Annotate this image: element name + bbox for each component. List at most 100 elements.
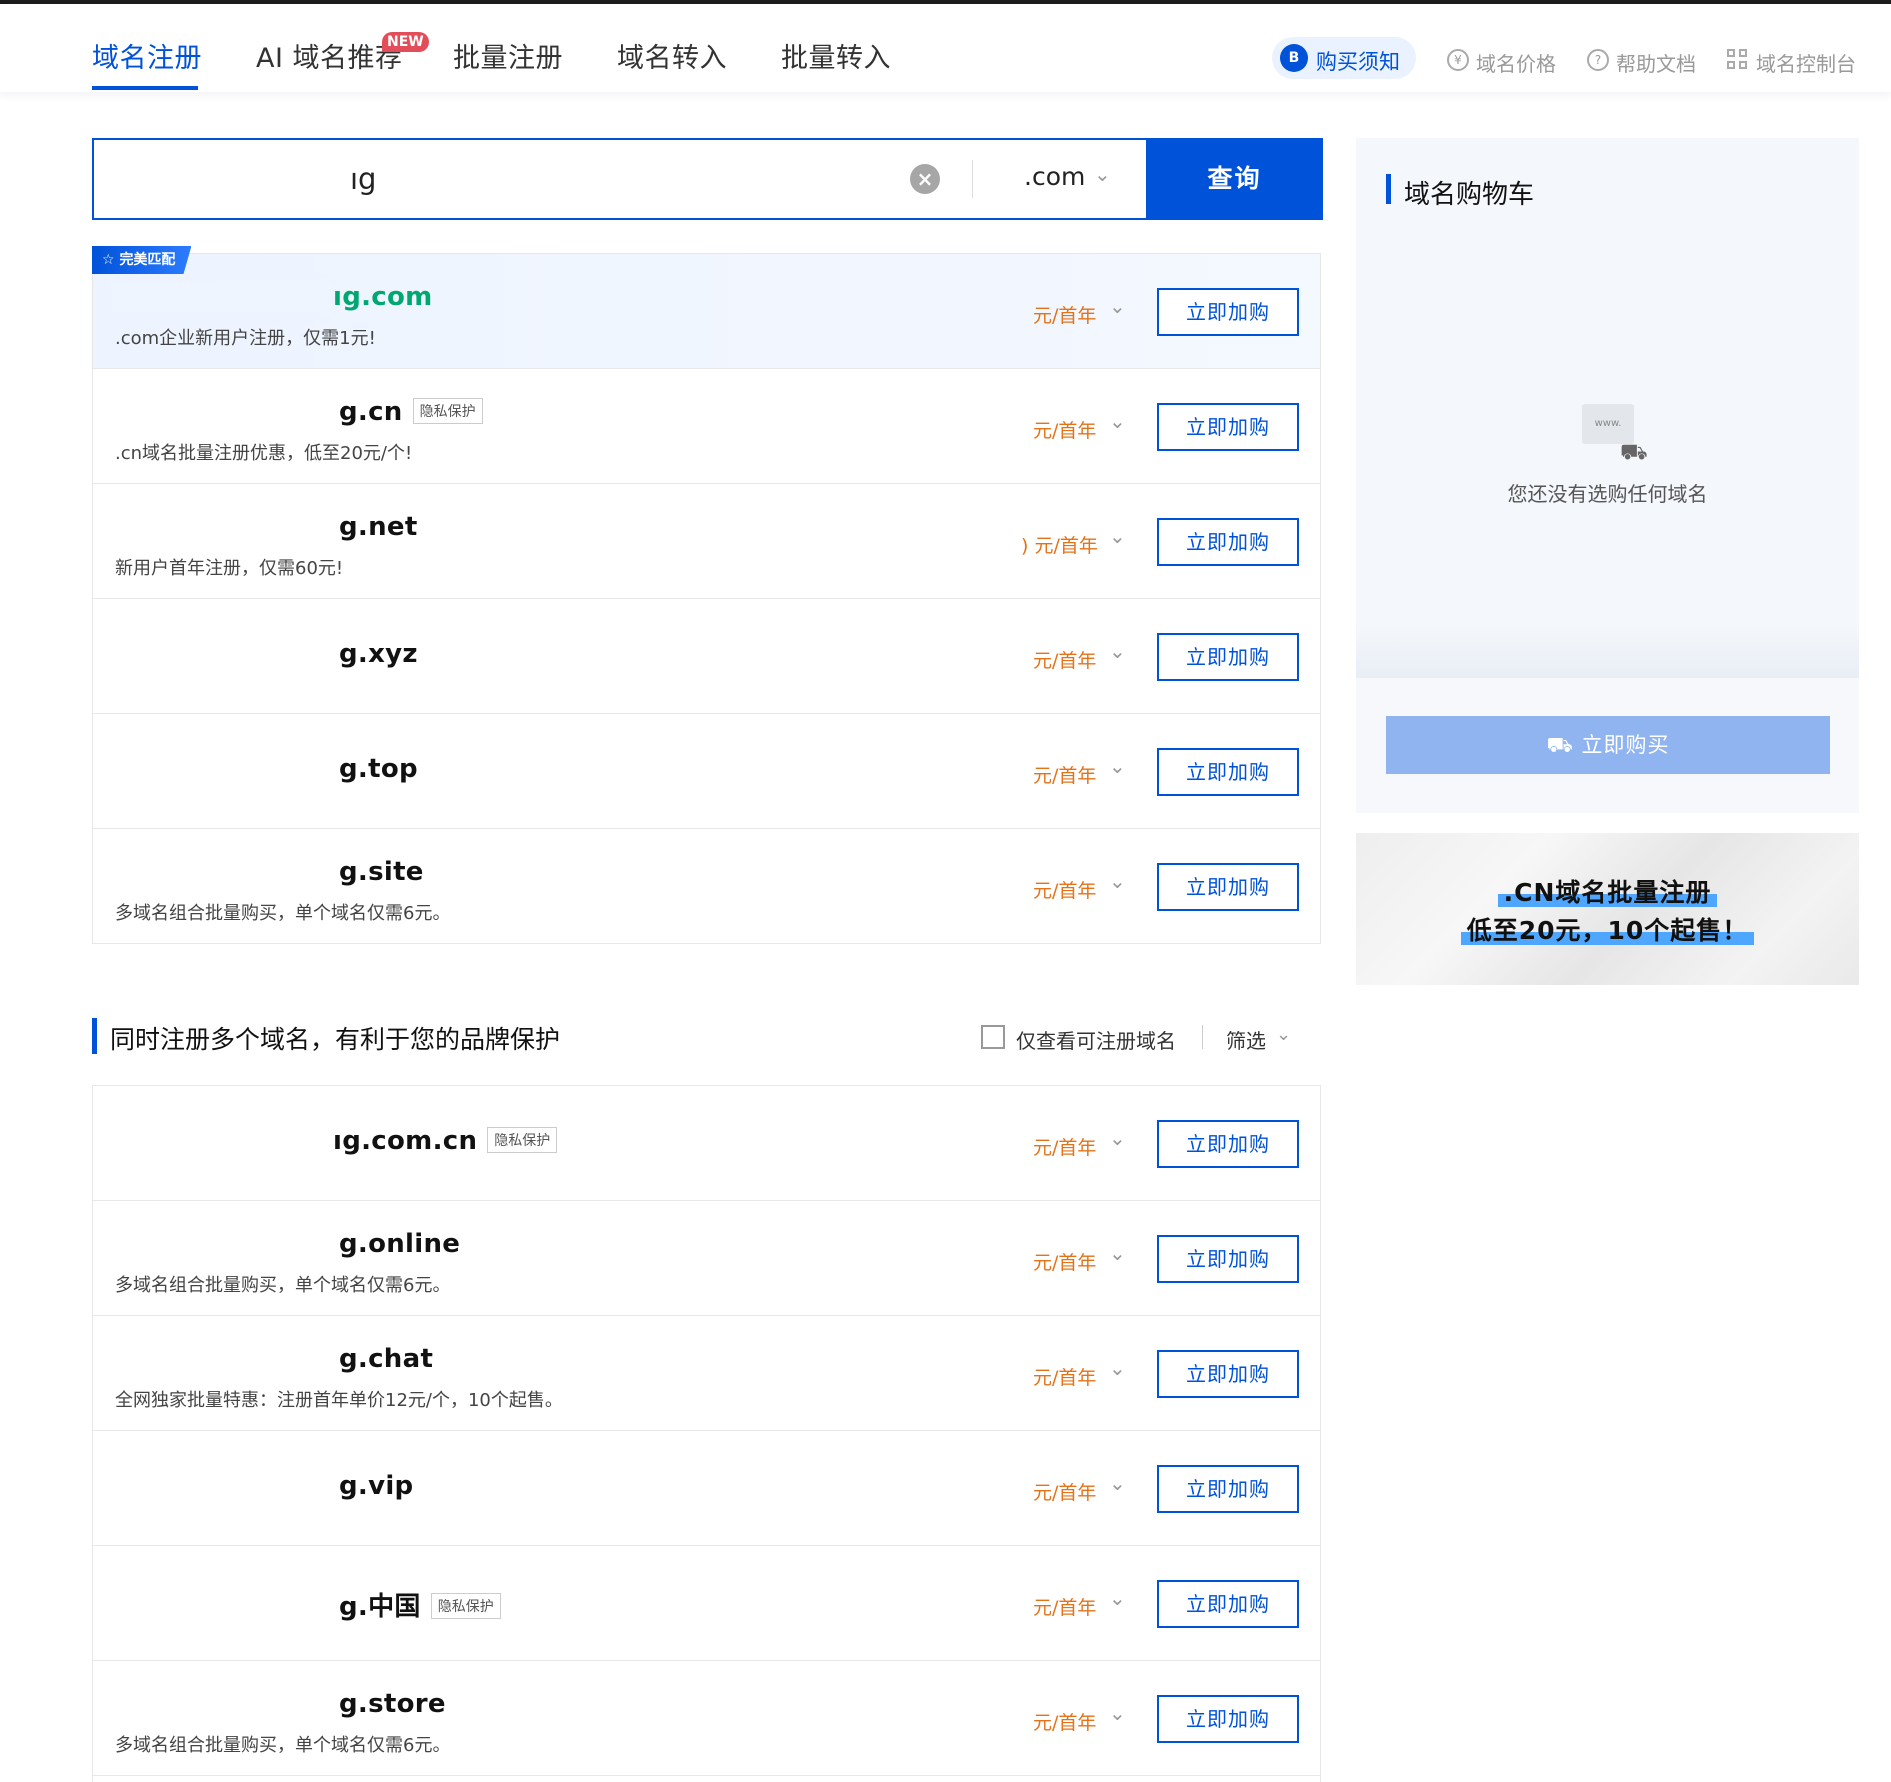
- top-nav: 域名注册 AI 域名推荐 NEW 批量注册 域名转入 批量转入 B 购买须知 ¥…: [0, 4, 1891, 92]
- cart-accent-bar: [1386, 174, 1391, 204]
- domain-name: g.vip: [339, 1471, 414, 1501]
- domain-name: g.store: [339, 1689, 446, 1719]
- filter-divider: [1202, 1025, 1203, 1049]
- domain-search-input[interactable]: [94, 140, 914, 218]
- tab-bulk-transfer[interactable]: 批量转入: [781, 36, 891, 75]
- add-to-cart-button[interactable]: 立即加购: [1157, 1350, 1299, 1398]
- domain-desc: 多域名组合批量购买，单个域名仅需6元。: [115, 903, 451, 924]
- cart-title: 域名购物车: [1404, 180, 1535, 210]
- result-row-zhongguo: g.中国 隐私保护 元/首年 ⌄ 立即加购: [93, 1546, 1320, 1661]
- domain-desc: 全网独家批量特惠：注册首年单价12元/个，10个起售。: [115, 1390, 563, 1411]
- chevron-down-icon[interactable]: ⌄: [1109, 869, 1126, 893]
- result-row-com-cn: ıg.com.cn 隐私保护 元/首年 ⌄ 立即加购: [93, 1086, 1320, 1201]
- tab-domain-register[interactable]: 域名注册: [92, 36, 202, 75]
- suffix-select[interactable]: .com: [1024, 162, 1085, 191]
- add-to-cart-button[interactable]: 立即加购: [1157, 1235, 1299, 1283]
- domain-desc: .cn域名批量注册优惠，低至20元/个!: [115, 443, 413, 464]
- question-circle-icon: ?: [1587, 49, 1609, 71]
- domain-price-link[interactable]: 域名价格: [1476, 48, 1556, 77]
- domain-price[interactable]: 元/首年: [1033, 301, 1096, 328]
- www-box-icon: www.: [1582, 404, 1634, 444]
- add-to-cart-button[interactable]: 立即加购: [1157, 863, 1299, 911]
- chevron-down-icon[interactable]: ⌄: [1109, 1126, 1126, 1150]
- empty-cart-icon: www. ⛟: [1582, 404, 1648, 465]
- chevron-down-icon[interactable]: ⌄: [1109, 1356, 1126, 1380]
- domain-name: g.online: [339, 1229, 461, 1259]
- domain-search-bar: × .com ⌄ 查询: [92, 138, 1323, 220]
- domain-price[interactable]: 元/首年: [1033, 1478, 1096, 1505]
- result-row-vip: g.vip 元/首年 ⌄ 立即加购: [93, 1431, 1320, 1546]
- primary-results-list: ☆ 完美匹配 ıg.com .com企业新用户注册，仅需1元! 元/首年 ⌄ 立…: [92, 246, 1321, 944]
- cart-icon: ⛟: [1620, 440, 1648, 465]
- yen-circle-icon: ¥: [1447, 49, 1469, 71]
- domain-desc: 多域名组合批量购买，单个域名仅需6元。: [115, 1735, 451, 1756]
- tab-ai-domain-recommend[interactable]: AI 域名推荐: [256, 36, 403, 75]
- search-divider: [972, 160, 973, 198]
- result-row-site: g.site 多域名组合批量购买，单个域名仅需6元。 元/首年 ⌄ 立即加购: [93, 829, 1320, 944]
- domain-name: g.xyz: [339, 639, 418, 669]
- domain-price[interactable]: 元/首年: [1033, 416, 1096, 443]
- section-accent-bar: [92, 1018, 97, 1054]
- new-badge: NEW: [382, 32, 429, 52]
- cn-promo-banner[interactable]: .CN域名批量注册 低至20元，10个起售！: [1356, 833, 1859, 985]
- chevron-down-icon[interactable]: ⌄: [1094, 162, 1111, 186]
- chevron-down-icon[interactable]: ⌄: [1109, 524, 1126, 548]
- chevron-down-icon[interactable]: ⌄: [1276, 1024, 1291, 1045]
- domain-name: g.site: [339, 857, 424, 887]
- chevron-down-icon[interactable]: ⌄: [1109, 409, 1126, 433]
- domain-name: g.中国 隐私保护: [339, 1586, 501, 1623]
- available-only-label[interactable]: 仅查看可注册域名: [1016, 1025, 1176, 1054]
- buy-now-button[interactable]: ⛟ 立即购买: [1386, 716, 1830, 774]
- privacy-tag: 隐私保护: [430, 1593, 501, 1619]
- domain-price[interactable]: 元/首年: [1033, 646, 1096, 673]
- domain-price[interactable]: 元/首年: [1033, 1708, 1096, 1735]
- add-to-cart-button[interactable]: 立即加购: [1157, 403, 1299, 451]
- add-to-cart-button[interactable]: 立即加购: [1157, 1465, 1299, 1513]
- add-to-cart-button[interactable]: 立即加购: [1157, 1580, 1299, 1628]
- help-docs-link[interactable]: 帮助文档: [1616, 48, 1696, 77]
- empty-cart-text: 您还没有选购任何域名: [1507, 482, 1708, 506]
- domain-name: g.chat: [339, 1344, 434, 1374]
- purchase-notice-button[interactable]: B 购买须知: [1272, 37, 1416, 79]
- tab-domain-transfer[interactable]: 域名转入: [617, 36, 727, 75]
- chevron-down-icon[interactable]: ⌄: [1109, 639, 1126, 663]
- chevron-down-icon[interactable]: ⌄: [1109, 1241, 1126, 1265]
- chevron-down-icon[interactable]: ⌄: [1109, 754, 1126, 778]
- privacy-tag: 隐私保护: [412, 398, 483, 424]
- clear-input-icon[interactable]: ×: [910, 164, 940, 194]
- domain-price[interactable]: 元/首年: [1033, 761, 1096, 788]
- grid-icon: [1727, 49, 1749, 71]
- domain-price[interactable]: 元/首年: [1033, 876, 1096, 903]
- chevron-down-icon[interactable]: ⌄: [1109, 1701, 1126, 1725]
- chevron-down-icon[interactable]: ⌄: [1109, 294, 1126, 318]
- chevron-down-icon[interactable]: ⌄: [1109, 1586, 1126, 1610]
- add-to-cart-button[interactable]: 立即加购: [1157, 518, 1299, 566]
- result-row-store: g.store 多域名组合批量购买，单个域名仅需6元。 元/首年 ⌄ 立即加购: [93, 1661, 1320, 1776]
- available-only-checkbox[interactable]: [981, 1025, 1005, 1049]
- domain-desc: 新用户首年注册，仅需60元!: [115, 558, 344, 579]
- domain-price[interactable]: 元/首年: [1033, 1593, 1096, 1620]
- result-row-cn: g.cn 隐私保护 .cn域名批量注册优惠，低至20元/个! 元/首年 ⌄ 立即加…: [93, 369, 1320, 484]
- chevron-down-icon[interactable]: ⌄: [1109, 1471, 1126, 1495]
- domain-console-link[interactable]: 域名控制台: [1756, 48, 1856, 77]
- banner-line-2: 低至20元，10个起售！: [1356, 911, 1859, 947]
- domain-price[interactable]: 元/首年: [1033, 1363, 1096, 1390]
- add-to-cart-button[interactable]: 立即加购: [1157, 1695, 1299, 1743]
- banner-line-1: .CN域名批量注册: [1356, 873, 1859, 909]
- add-to-cart-button[interactable]: 立即加购: [1157, 748, 1299, 796]
- section-title: 同时注册多个域名，有利于您的品牌保护: [110, 1025, 561, 1054]
- add-to-cart-button[interactable]: 立即加购: [1157, 288, 1299, 336]
- filter-dropdown[interactable]: 筛选: [1226, 1025, 1266, 1054]
- result-row-online: g.online 多域名组合批量购买，单个域名仅需6元。 元/首年 ⌄ 立即加购: [93, 1201, 1320, 1316]
- domain-price[interactable]: 元/首年: [1033, 1133, 1096, 1160]
- domain-price[interactable]: 元/首年: [1033, 1248, 1096, 1275]
- blurred-name-mask: [107, 278, 335, 318]
- notice-doc-icon: B: [1280, 44, 1308, 72]
- add-to-cart-button[interactable]: 立即加购: [1157, 633, 1299, 681]
- tab-bulk-register[interactable]: 批量注册: [453, 36, 563, 75]
- add-to-cart-button[interactable]: 立即加购: [1157, 1120, 1299, 1168]
- result-row-chat: g.chat 全网独家批量特惠：注册首年单价12元/个，10个起售。 元/首年 …: [93, 1316, 1320, 1431]
- domain-cart-panel: 域名购物车 www. ⛟ 您还没有选购任何域名 ⛟ 立即购买: [1356, 138, 1859, 813]
- search-button[interactable]: 查询: [1146, 138, 1323, 220]
- domain-price[interactable]: ) 元/首年: [1021, 531, 1098, 558]
